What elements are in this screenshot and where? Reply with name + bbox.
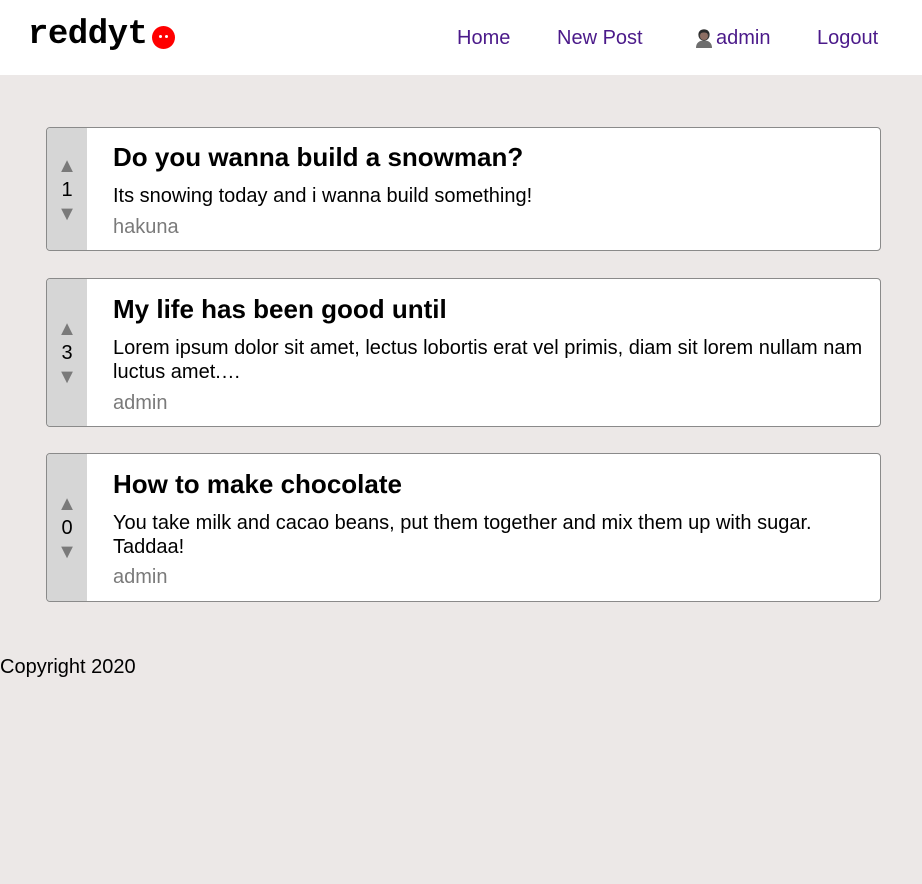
downvote-arrow-icon[interactable]: ▼: [47, 204, 87, 224]
vote-panel: ▲ 3 ▼: [47, 279, 87, 426]
post-author: admin: [113, 566, 168, 588]
nav-user-link[interactable]: admin: [693, 26, 770, 50]
upvote-arrow-icon[interactable]: ▲: [47, 494, 87, 514]
logo-eye-right: [165, 34, 169, 38]
upvote-arrow-icon[interactable]: ▲: [47, 156, 87, 176]
vote-count: 3: [61, 342, 73, 364]
post-body: Its snowing today and i wanna build some…: [113, 185, 533, 207]
post-author: hakuna: [113, 216, 179, 238]
post-title[interactable]: How to make chocolate: [113, 469, 402, 499]
logo-text: reddyt: [28, 16, 148, 54]
vote-panel: ▲ 1 ▼: [47, 128, 87, 250]
post-card: ▲ 1 ▼ Do you wanna build a snowman? Its …: [46, 127, 881, 251]
nav-home-link[interactable]: Home: [457, 26, 510, 50]
post-title[interactable]: My life has been good until: [113, 294, 447, 324]
logo-eye-left: [159, 34, 163, 38]
nav-new-post-link[interactable]: New Post: [557, 26, 643, 50]
post-body: Lorem ipsum dolor sit amet, lectus lobor…: [113, 337, 863, 383]
downvote-arrow-icon[interactable]: ▼: [47, 542, 87, 562]
post-card: ▲ 3 ▼ My life has been good until Lorem …: [46, 278, 881, 427]
post-author: admin: [113, 392, 168, 414]
post-card: ▲ 0 ▼ How to make chocolate You take mil…: [46, 453, 881, 602]
footer-copyright: Copyright 2020: [0, 656, 136, 678]
post-body: You take milk and cacao beans, put them …: [113, 512, 812, 558]
downvote-arrow-icon[interactable]: ▼: [47, 367, 87, 387]
nav-user-label: admin: [716, 27, 771, 49]
nav-logout-link[interactable]: Logout: [817, 26, 878, 50]
site-logo[interactable]: reddyt: [28, 15, 176, 55]
top-header: reddyt Home New Post admin Logout: [0, 0, 922, 75]
vote-count: 0: [61, 517, 73, 539]
post-title[interactable]: Do you wanna build a snowman?: [113, 142, 523, 172]
logo-face-icon: [152, 25, 176, 49]
user-avatar-icon: [696, 29, 712, 48]
vote-panel: ▲ 0 ▼: [47, 454, 87, 601]
upvote-arrow-icon[interactable]: ▲: [47, 319, 87, 339]
vote-count: 1: [61, 179, 73, 201]
